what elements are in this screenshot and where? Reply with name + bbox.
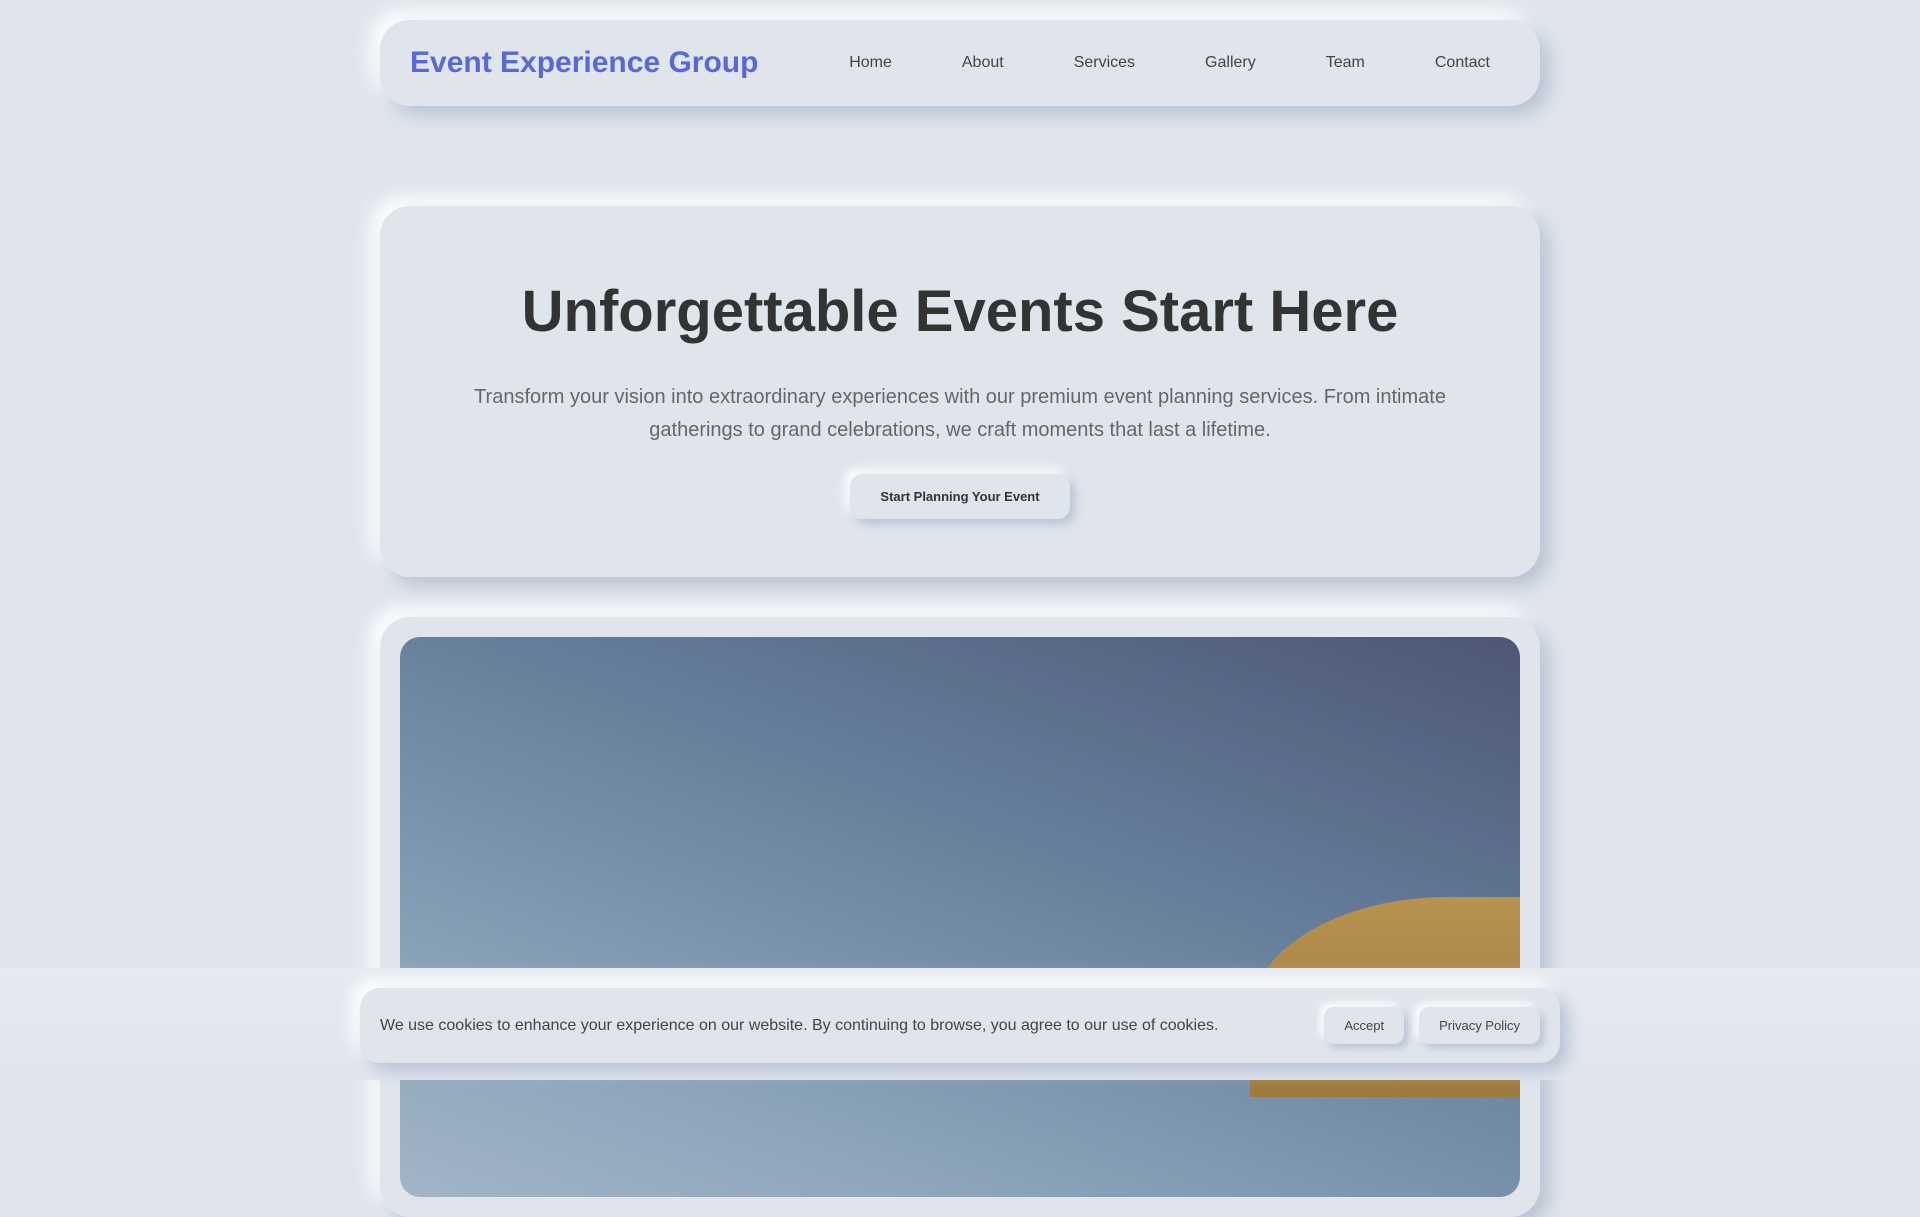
cookie-banner: We use cookies to enhance your experienc…	[360, 988, 1560, 1063]
navbar: Event Experience Group Home About Servic…	[380, 20, 1540, 106]
start-planning-button[interactable]: Start Planning Your Event	[850, 474, 1070, 519]
hero-description: Transform your vision into extraordinary…	[474, 386, 1446, 441]
nav-services[interactable]: Services	[1039, 54, 1170, 72]
nav-home[interactable]: Home	[814, 54, 927, 72]
hero-title: Unforgettable Events Start Here	[521, 279, 1399, 344]
nav-team[interactable]: Team	[1291, 54, 1400, 72]
nav-about[interactable]: About	[927, 54, 1039, 72]
cookie-text: We use cookies to enhance your experienc…	[380, 1016, 1219, 1034]
nav-gallery[interactable]: Gallery	[1170, 54, 1291, 72]
hero-section: Unforgettable Events Start Here Transfor…	[380, 206, 1540, 577]
nav-links: Home About Services Gallery Team Contact	[814, 54, 1510, 72]
accept-button[interactable]: Accept	[1324, 1007, 1405, 1044]
nav-contact[interactable]: Contact	[1400, 54, 1510, 72]
logo[interactable]: Event Experience Group	[410, 46, 758, 80]
gallery-card	[380, 617, 1540, 1217]
hero-image	[400, 637, 1520, 1197]
privacy-policy-button[interactable]: Privacy Policy	[1419, 1007, 1540, 1044]
